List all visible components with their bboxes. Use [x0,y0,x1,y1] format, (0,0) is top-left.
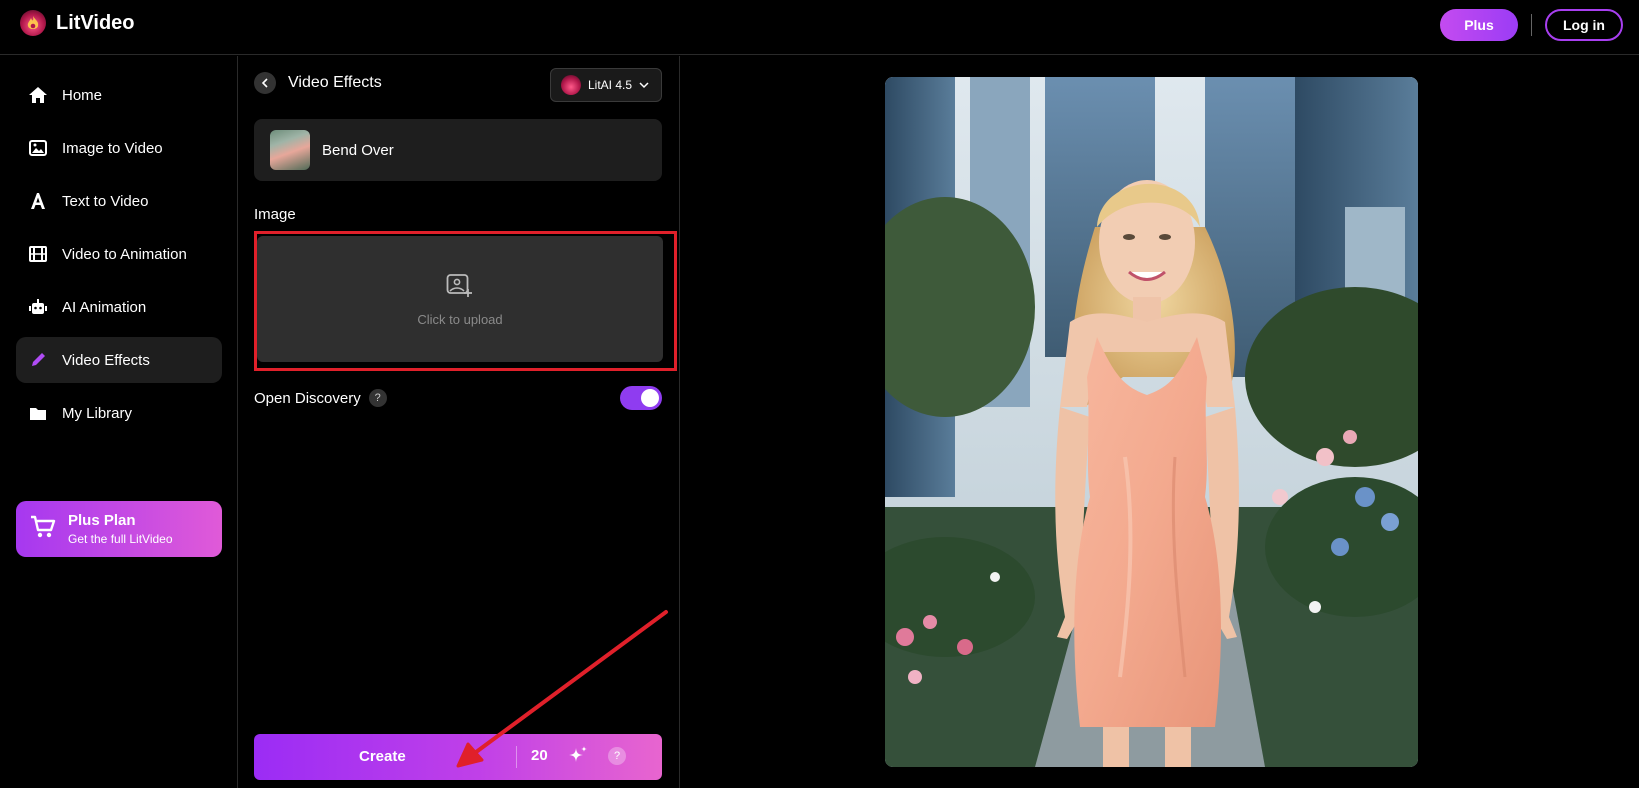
create-divider [516,746,517,768]
upload-hint: Click to upload [417,311,503,327]
pencil-icon [28,350,48,370]
back-button[interactable] [254,72,276,94]
sidebar-item-image-to-video[interactable]: Image to Video [16,125,222,171]
sidebar-item-label: Text to Video [62,192,149,210]
plus-button[interactable]: Plus [1440,9,1518,41]
preview-photo [885,77,1418,767]
model-selector[interactable]: LitAI 4.5 [550,68,662,102]
flame-icon [20,10,46,36]
help-icon[interactable]: ? [368,389,387,407]
sidebar-item-video-to-animation[interactable]: Video to Animation [16,231,222,277]
sidebar-item-video-effects[interactable]: Video Effects [16,337,222,383]
create-button[interactable]: Create 20 ? [254,734,662,780]
open-discovery-row: Open Discovery ? [254,384,662,412]
credit-cost: 20 [531,747,548,764]
toggle-knob [641,389,659,407]
app-logo[interactable]: LitVideo [20,10,135,36]
flame-icon [561,75,581,95]
home-icon [28,85,48,105]
folder-icon [28,403,48,423]
help-icon[interactable]: ? [608,747,626,765]
effect-preview-image [885,77,1418,767]
open-discovery-label: Open Discovery [254,389,361,407]
chevron-left-icon [261,78,268,88]
header-divider [1531,14,1532,36]
image-upload-area[interactable]: Click to upload [257,236,663,362]
sparkle-icon [569,746,587,762]
login-button[interactable]: Log in [1545,9,1623,41]
sidebar: Home Image to Video Text to Video Video … [0,56,238,788]
model-label: LitAI 4.5 [588,78,633,92]
promo-text: Plus Plan Get the full LitVideo [68,512,173,546]
sidebar-item-home[interactable]: Home [16,72,222,118]
promo-subtitle: Get the full LitVideo [68,532,173,546]
text-icon [28,191,48,211]
effect-name: Bend Over [322,141,394,159]
top-bar: LitVideo Plus Log in [0,0,1639,55]
image-section-label: Image [254,206,296,223]
effects-panel: Video Effects LitAI 4.5 Bend Over Image … [238,56,680,788]
sidebar-item-label: Video to Animation [62,245,187,263]
plus-plan-promo[interactable]: Plus Plan Get the full LitVideo [16,501,222,557]
effect-card[interactable]: Bend Over [254,119,662,181]
panel-title: Video Effects [288,74,382,91]
sidebar-item-text-to-video[interactable]: Text to Video [16,178,222,224]
sidebar-item-ai-animation[interactable]: AI Animation [16,284,222,330]
chevron-down-icon [639,82,649,89]
sidebar-item-label: My Library [62,404,133,422]
sidebar-item-label: Video Effects [62,351,150,369]
image-upload-icon [446,273,472,297]
open-discovery-toggle[interactable] [620,386,662,410]
app-name: LitVideo [56,11,135,34]
robot-icon [28,297,48,317]
film-icon [28,244,48,264]
sidebar-item-label: AI Animation [62,298,147,316]
image-icon [28,138,48,158]
sidebar-item-label: Home [62,86,103,104]
sidebar-item-my-library[interactable]: My Library [16,390,222,436]
sidebar-item-label: Image to Video [62,139,163,157]
cart-icon [30,515,56,544]
create-label: Create [359,748,406,765]
promo-title: Plus Plan [68,512,136,529]
effect-thumbnail [270,130,310,170]
